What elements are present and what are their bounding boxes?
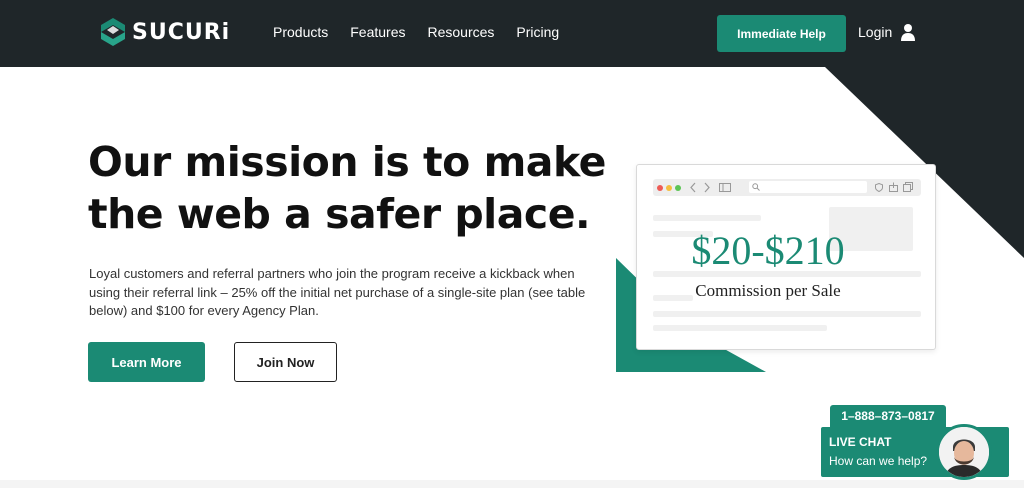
hero-headline: Our mission is to make the web a safer p… — [88, 136, 608, 240]
headline-line-2: the web a safer place. — [88, 190, 591, 238]
join-now-button[interactable]: Join Now — [234, 342, 337, 382]
nav-pricing[interactable]: Pricing — [516, 24, 559, 40]
support-agent-avatar[interactable] — [936, 424, 992, 480]
browser-mockup: $20-$210 Commission per Sale — [636, 164, 936, 350]
login-link[interactable]: Login — [858, 23, 916, 41]
learn-more-button[interactable]: Learn More — [88, 342, 205, 382]
browser-toolbar — [653, 179, 921, 196]
search-icon — [752, 183, 760, 191]
live-chat-subtitle: How can we help? — [829, 454, 928, 468]
login-label: Login — [858, 24, 893, 40]
forward-arrow-icon — [704, 182, 710, 193]
immediate-help-button[interactable]: Immediate Help — [717, 15, 846, 52]
tabs-icon — [903, 182, 913, 192]
sucuri-logo[interactable]: SUCURi — [100, 17, 230, 47]
red-dot-icon — [657, 185, 663, 191]
nav-products[interactable]: Products — [273, 24, 328, 40]
address-bar — [749, 181, 867, 193]
commission-caption: Commission per Sale — [695, 281, 841, 300]
green-dot-icon — [675, 185, 681, 191]
yellow-dot-icon — [666, 185, 672, 191]
headline-line-1: Our mission is to make — [88, 138, 606, 186]
section-divider — [0, 480, 1024, 488]
live-chat-title: LIVE CHAT — [829, 435, 892, 449]
sucuri-logo-icon — [101, 18, 125, 46]
main-nav: Products Features Resources Pricing — [273, 24, 559, 40]
nav-resources[interactable]: Resources — [428, 24, 495, 40]
logo-text: SUCURi — [132, 19, 231, 45]
placeholder-line — [653, 215, 761, 221]
agent-portrait-icon — [939, 427, 989, 477]
user-icon — [901, 24, 916, 41]
back-arrow-icon — [690, 182, 696, 193]
shield-icon — [875, 183, 883, 192]
nav-features[interactable]: Features — [350, 24, 405, 40]
sidebar-icon — [719, 183, 731, 192]
placeholder-line — [653, 325, 827, 331]
hero-description: Loyal customers and referral partners wh… — [89, 266, 586, 318]
phone-number-tab[interactable]: 1–888–873–0817 — [830, 405, 946, 427]
site-header: SUCURi Products Features Resources Prici… — [0, 0, 1024, 67]
share-icon — [889, 182, 898, 192]
commission-price: $20-$210 — [691, 228, 845, 273]
placeholder-line — [653, 311, 921, 317]
